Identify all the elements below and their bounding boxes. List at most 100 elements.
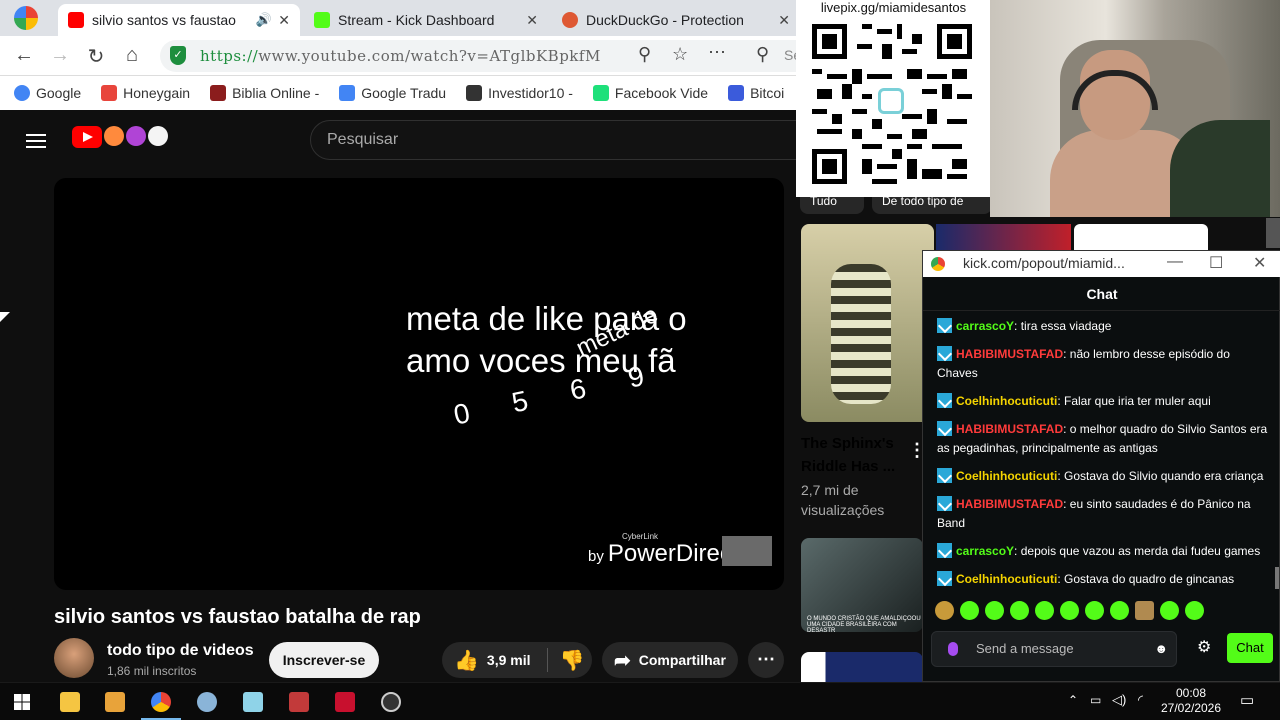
bookmark-label: Biblia Online - [232, 85, 320, 101]
notifications-icon[interactable]: ▭ [1240, 691, 1254, 709]
chat-username[interactable]: Coelhinhocuticuti [956, 572, 1057, 586]
related-video-title[interactable]: The Sphinx's Riddle Has ... [801, 432, 901, 478]
bookmark-honeygain[interactable]: Honeygain [101, 85, 190, 101]
bookmark-label: Google Tradu [361, 85, 447, 101]
like-count[interactable]: 3,9 mil [487, 652, 531, 668]
close-icon[interactable]: ✕ [1253, 253, 1266, 273]
browser-logo-icon[interactable] [14, 6, 38, 30]
file-explorer-icon[interactable] [60, 692, 80, 712]
chat-username[interactable]: HABIBIMUSTAFAD [956, 347, 1063, 361]
app-icon[interactable] [243, 692, 263, 712]
emote-icon[interactable] [1035, 601, 1054, 620]
chat-username[interactable]: carrascoY [956, 319, 1014, 333]
emote-icon[interactable] [1060, 601, 1079, 620]
bookmark-bitcoin[interactable]: Bitcoi [728, 85, 784, 101]
paint-icon[interactable] [197, 692, 217, 712]
share-label: Compartilhar [638, 652, 726, 668]
bookmark-investidor[interactable]: Investidor10 - [466, 85, 573, 101]
system-clock[interactable]: 00:08 27/02/2026 [1156, 686, 1226, 716]
network-icon[interactable]: ◜ [1138, 692, 1143, 708]
clock-time: 00:08 [1175, 686, 1207, 700]
bookmark-star-icon[interactable]: ☆ [672, 44, 688, 65]
home-icon[interactable]: ⌂ [120, 44, 144, 67]
tab-title: DuckDuckGo - Protection [586, 12, 744, 28]
emote-icon[interactable] [1085, 601, 1104, 620]
tab-duckduckgo[interactable]: DuckDuckGo - Protection ✕ [552, 4, 800, 36]
bitcoin-icon [728, 85, 745, 101]
emote-icon[interactable] [985, 601, 1004, 620]
chat-username[interactable]: HABIBIMUSTAFAD [956, 497, 1063, 511]
more-icon[interactable]: ⋯ [708, 42, 726, 63]
tab-youtube[interactable]: silvio santos vs faustao 🔊 ✕ [58, 4, 300, 36]
settings-gear-icon[interactable]: ⚙ [1197, 637, 1211, 657]
scrollbar[interactable] [1266, 218, 1280, 248]
close-tab-icon[interactable]: ✕ [526, 12, 538, 29]
battery-icon[interactable]: ▭ [1090, 693, 1101, 707]
kick-favicon-icon [314, 12, 330, 28]
duckduckgo-favicon-icon [562, 12, 578, 28]
volume-icon[interactable]: ◁) [1112, 692, 1126, 708]
more-actions-button[interactable]: ⋯ [748, 642, 784, 678]
tab-kick[interactable]: Stream - Kick Dashboard ✕ [304, 4, 548, 36]
clock-date: 27/02/2026 [1160, 701, 1222, 715]
biblia-icon [210, 85, 227, 101]
share-button[interactable]: ➦ Compartilhar [602, 642, 738, 678]
subscribe-button[interactable]: Inscrever-se [269, 642, 379, 678]
bookmark-facebook-video[interactable]: Facebook Vide [592, 85, 708, 101]
chat-username[interactable]: HABIBIMUSTAFAD [956, 422, 1063, 436]
address-bar: ← → ↻ ⌂ ✓ https://www.youtube.com/watch?… [0, 36, 801, 76]
emote-icon[interactable] [1185, 601, 1204, 620]
channel-name[interactable]: todo tipo de videos [107, 642, 254, 660]
share-icon: ➦ [614, 649, 631, 672]
chat-username[interactable]: Coelhinhocuticuti [956, 469, 1057, 483]
emote-icon[interactable] [1010, 601, 1029, 620]
forward-icon[interactable]: → [48, 44, 72, 67]
send-chat-button[interactable]: Chat [1227, 633, 1273, 663]
back-icon[interactable]: ← [12, 44, 36, 67]
zoom-icon[interactable]: ⚲ [638, 44, 651, 65]
separator: : [1063, 347, 1070, 361]
bookmark-biblia[interactable]: Biblia Online - [210, 85, 319, 101]
emote-icon[interactable] [1160, 601, 1179, 620]
tab-title: silvio santos vs faustao [92, 12, 236, 28]
microphone-icon[interactable] [948, 642, 958, 656]
search-icon[interactable]: ⚲ [756, 44, 769, 65]
close-tab-icon[interactable]: ✕ [778, 12, 790, 29]
obs-icon[interactable] [381, 692, 401, 712]
close-tab-icon[interactable]: ✕ [278, 12, 290, 29]
emote-icon[interactable] [960, 601, 979, 620]
search-input[interactable]: Pesquisar [310, 120, 800, 160]
chat-username[interactable]: carrascoY [956, 544, 1014, 558]
menu-icon[interactable] [26, 130, 46, 152]
chat-window-title: kick.com/popout/miamid... [963, 255, 1125, 271]
youtube-logo-icon[interactable] [72, 126, 102, 148]
chat-username[interactable]: Coelhinhocuticuti [956, 394, 1057, 408]
channel-avatar[interactable] [54, 638, 94, 678]
start-windows-icon[interactable] [14, 694, 30, 710]
emote-icon[interactable] [1135, 601, 1154, 620]
speaker-icon[interactable]: 🔊 [256, 12, 272, 28]
url-field[interactable]: ✓ https://www.youtube.com/watch?v=ATglbK… [160, 40, 801, 72]
chat-header: Chat [923, 277, 1280, 311]
chat-scrollbar[interactable] [1275, 567, 1279, 589]
bookmark-google[interactable]: Google [14, 85, 81, 101]
video-player[interactable]: meta de like para o amo voces meu fã met… [54, 178, 784, 590]
reload-icon[interactable]: ↻ [84, 44, 108, 69]
emote-icon[interactable] [935, 601, 954, 620]
calculator-icon[interactable] [289, 692, 309, 712]
dislike-icon[interactable]: 👎 [560, 648, 585, 673]
media-player-icon[interactable] [105, 692, 125, 712]
related-thumbnail[interactable]: O MUNDO CRISTÃO QUE AMALDIÇOOU UMA CIDAD… [801, 538, 923, 634]
tray-chevron-icon[interactable]: ⌃ [1068, 693, 1078, 707]
like-icon[interactable]: 👍 [454, 648, 479, 673]
chat-message-input[interactable]: Send a message ☻ [931, 631, 1177, 667]
flash-icon[interactable] [335, 692, 355, 712]
send-placeholder: Send a message [976, 641, 1074, 656]
browser-taskbar-icon[interactable] [151, 692, 171, 712]
emote-icon[interactable] [1110, 601, 1129, 620]
related-thumbnail-sphinx[interactable] [801, 224, 934, 422]
maximize-icon[interactable]: ☐ [1209, 253, 1223, 273]
bookmark-translate[interactable]: Google Tradu [339, 85, 446, 101]
emoji-icon[interactable]: ☻ [1154, 632, 1168, 666]
minimize-icon[interactable]: — [1167, 253, 1183, 271]
